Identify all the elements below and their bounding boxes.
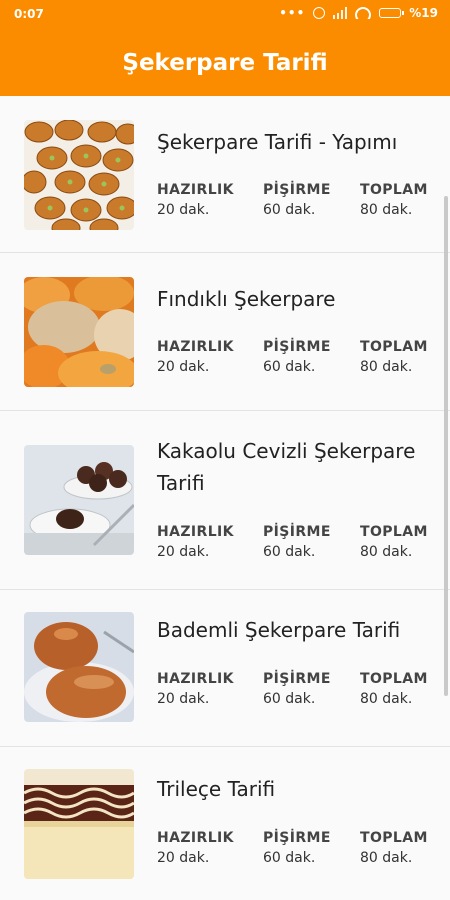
notification-dots-icon: •••: [279, 6, 306, 20]
cook-time: PİŞİRME 60 dak.: [263, 182, 331, 218]
recipe-card[interactable]: Fındıklı Şekerpare HAZIRLIK 20 dak. PİŞİ…: [0, 253, 450, 411]
total-time: TOPLAM 80 dak.: [360, 339, 428, 375]
recipe-times: HAZIRLIK 20 dak. PİŞİRME 60 dak. TOPLAM …: [157, 830, 447, 874]
recipe-thumbnail: [24, 445, 134, 555]
prep-time: HAZIRLIK 20 dak.: [157, 671, 234, 707]
cook-time: PİŞİRME 60 dak.: [263, 671, 331, 707]
signal-icon: [333, 7, 348, 19]
recipe-card[interactable]: Kakaolu Cevizli Şekerpare Tarifi HAZIRLI…: [0, 411, 450, 590]
recipe-title: Bademli Şekerpare Tarifi: [157, 618, 401, 642]
recipe-times: HAZIRLIK 20 dak. PİŞİRME 60 dak. TOPLAM …: [157, 671, 447, 715]
cook-time: PİŞİRME 60 dak.: [263, 339, 331, 375]
recipe-thumbnail: [24, 612, 134, 722]
total-time: TOPLAM 80 dak.: [360, 830, 428, 866]
page-title: Şekerpare Tarifi: [122, 50, 328, 76]
recipe-title: Şekerpare Tarifi - Yapımı: [157, 130, 398, 154]
app-bar: Şekerpare Tarifi: [0, 30, 450, 96]
recipe-card[interactable]: Trileçe Tarifi HAZIRLIK 20 dak. PİŞİRME …: [0, 747, 450, 900]
total-time: TOPLAM 80 dak.: [360, 524, 428, 560]
recipe-list[interactable]: Şekerpare Tarifi - Yapımı HAZIRLIK 20 da…: [0, 96, 450, 900]
recipe-card[interactable]: Şekerpare Tarifi - Yapımı HAZIRLIK 20 da…: [0, 96, 450, 253]
recipe-thumbnail: [24, 769, 134, 879]
total-time: TOPLAM 80 dak.: [360, 182, 428, 218]
status-time: 0:07: [14, 7, 44, 21]
recipe-thumbnail: [24, 277, 134, 387]
total-time: TOPLAM 80 dak.: [360, 671, 428, 707]
wifi-icon: [355, 7, 372, 19]
recipe-card[interactable]: Bademli Şekerpare Tarifi HAZIRLIK 20 dak…: [0, 590, 450, 747]
recipe-title: Trileçe Tarifi: [157, 777, 276, 801]
alarm-icon: [313, 7, 326, 19]
prep-time: HAZIRLIK 20 dak.: [157, 830, 234, 866]
recipe-times: HAZIRLIK 20 dak. PİŞİRME 60 dak. TOPLAM …: [157, 339, 447, 383]
recipe-title: Kakaolu Cevizli Şekerpare Tarifi: [157, 439, 416, 495]
prep-time: HAZIRLIK 20 dak.: [157, 182, 234, 218]
prep-time: HAZIRLIK 20 dak.: [157, 339, 234, 375]
cook-time: PİŞİRME 60 dak.: [263, 524, 331, 560]
prep-time: HAZIRLIK 20 dak.: [157, 524, 234, 560]
recipe-thumbnail: [24, 120, 134, 230]
battery-level: %19: [409, 6, 438, 20]
status-bar: 0:07 ••• %19: [0, 0, 450, 30]
recipe-times: HAZIRLIK 20 dak. PİŞİRME 60 dak. TOPLAM …: [157, 182, 447, 226]
battery-icon: [379, 8, 405, 18]
recipe-times: HAZIRLIK 20 dak. PİŞİRME 60 dak. TOPLAM …: [157, 524, 447, 568]
status-icons: ••• %19: [279, 6, 438, 20]
recipe-title: Fındıklı Şekerpare: [157, 287, 336, 311]
scrollbar[interactable]: [444, 196, 448, 696]
cook-time: PİŞİRME 60 dak.: [263, 830, 331, 866]
